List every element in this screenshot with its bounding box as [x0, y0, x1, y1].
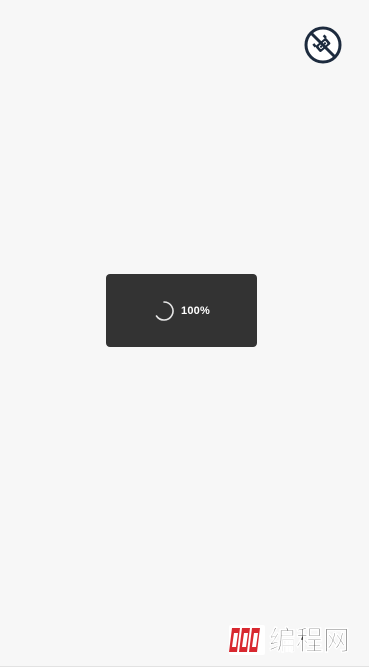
page: 100% 编程网 — [0, 0, 369, 667]
svg-text:编程网: 编程网 — [269, 625, 350, 656]
watermark-brand-text: 编程网 — [269, 625, 351, 656]
php-logo-icon — [229, 625, 265, 655]
loading-progress-text: 100% — [181, 304, 210, 317]
spinner-icon — [153, 300, 175, 322]
site-watermark: 编程网 — [229, 624, 361, 656]
music-toggle-button[interactable] — [304, 26, 342, 64]
music-off-icon — [304, 26, 342, 64]
loading-toast: 100% — [106, 274, 257, 347]
